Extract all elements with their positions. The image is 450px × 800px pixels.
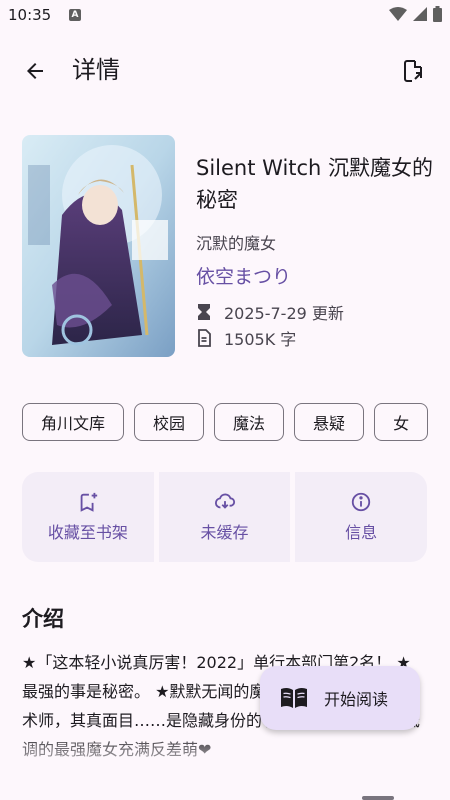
book-cover[interactable]: [22, 135, 175, 357]
wifi-icon: [389, 7, 407, 21]
cloud-download-icon: [214, 493, 235, 509]
status-bar: 10:35 A: [0, 0, 450, 32]
start-reading-label: 开始阅读: [324, 690, 389, 709]
book-title: Silent Witch 沉默魔女的秘密: [196, 156, 434, 212]
update-row: 2025-7-29 更新: [196, 300, 344, 324]
bookmark-add-icon: [80, 492, 97, 512]
book-subtitle: 沉默的魔女: [196, 234, 277, 253]
open-external-button[interactable]: [396, 54, 430, 88]
app-bar: 详情: [0, 40, 450, 100]
update-date: 2025-7-29 更新: [224, 304, 344, 323]
tag-chip[interactable]: 校园: [134, 403, 205, 441]
add-to-shelf-button[interactable]: 收藏至书架: [22, 472, 154, 562]
document-icon: [198, 329, 211, 347]
arrow-back-icon: [27, 63, 43, 79]
notification-icon: A: [69, 9, 81, 21]
cache-label: 未缓存: [200, 523, 249, 542]
hourglass-icon: [198, 304, 210, 320]
intro-fade: [0, 730, 450, 780]
back-button[interactable]: [18, 54, 52, 88]
info-label: 信息: [345, 523, 378, 542]
status-icons: [389, 6, 442, 22]
add-to-shelf-label: 收藏至书架: [47, 523, 128, 542]
tag-chip[interactable]: 角川文库: [22, 403, 125, 441]
info-icon: [352, 492, 371, 512]
page-title: 详情: [72, 56, 120, 84]
tag-chip[interactable]: 女: [374, 403, 429, 441]
open-document-icon: [404, 60, 422, 82]
cache-button[interactable]: 未缓存: [158, 472, 291, 562]
status-time: 10:35: [8, 6, 52, 24]
open-book-icon: [281, 687, 307, 708]
battery-icon: [433, 6, 442, 22]
action-bar: 收藏至书架 未缓存 信息: [22, 472, 428, 562]
cover-art: [22, 135, 175, 357]
tag-chip[interactable]: 魔法: [214, 403, 285, 441]
start-reading-button[interactable]: 开始阅读: [260, 666, 420, 730]
word-count-row: 1505K 字: [196, 326, 296, 350]
tag-list: 角川文库 校园 魔法 悬疑 女: [22, 403, 429, 441]
info-button[interactable]: 信息: [295, 472, 428, 562]
word-count: 1505K 字: [224, 330, 297, 349]
signal-icon: [413, 7, 427, 21]
tag-chip[interactable]: 悬疑: [294, 403, 365, 441]
nav-handle: [362, 796, 394, 800]
intro-heading: 介绍: [22, 607, 64, 631]
book-author[interactable]: 依空まつり: [196, 262, 291, 289]
